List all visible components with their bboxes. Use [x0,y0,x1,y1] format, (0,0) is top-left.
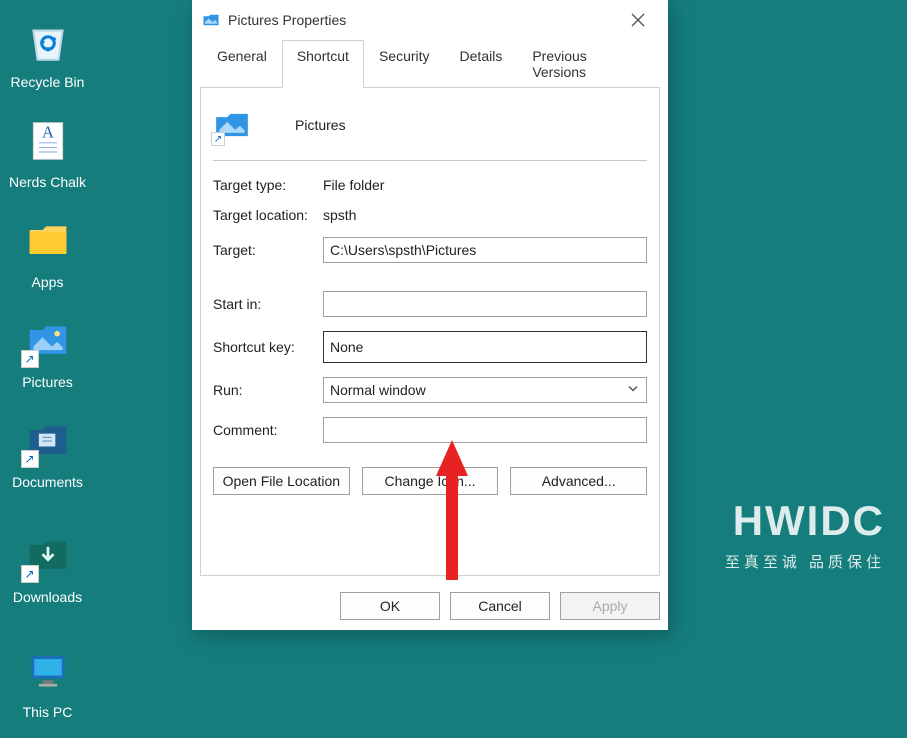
target-type-value: File folder [323,177,384,193]
desktop-icon-label: Recycle Bin [11,74,85,90]
downloads-folder-icon: ↗ [23,531,73,581]
folder-title-icon [202,11,220,29]
change-icon-button[interactable]: Change Icon... [362,467,499,495]
tab-general[interactable]: General [202,40,282,88]
shortcut-name-value: Pictures [295,117,346,133]
run-select[interactable] [323,377,647,403]
recycle-bin-icon [23,16,73,66]
target-label: Target: [213,242,323,258]
watermark: HWIDC 至真至诚 品质保住 [725,497,885,572]
comment-label: Comment: [213,422,323,438]
ok-button[interactable]: OK [340,592,440,620]
desktop-icon-apps[interactable]: Apps [0,208,95,308]
document-icon: A [23,116,73,166]
target-type-label: Target type: [213,177,323,193]
shortcut-overlay-icon: ↗ [211,132,225,146]
comment-input[interactable] [323,417,647,443]
tab-bar: General Shortcut Security Details Previo… [200,40,660,88]
tab-shortcut[interactable]: Shortcut [282,40,364,88]
desktop-icon-label: Downloads [13,589,82,605]
desktop-icon-pictures[interactable]: ↗ Pictures [0,308,95,408]
titlebar[interactable]: Pictures Properties [192,0,668,40]
pictures-folder-icon: ↗ [23,316,73,366]
desktop-icon-label: Documents [12,474,83,490]
cancel-button[interactable]: Cancel [450,592,550,620]
dialog-footer: OK Cancel Apply [192,584,668,630]
folder-icon [23,216,73,266]
desktop-icon-label: This PC [23,704,73,720]
target-input[interactable] [323,237,647,263]
properties-dialog: Pictures Properties General Shortcut Sec… [192,0,668,630]
desktop: Recycle Bin A Nerds Chalk Apps [0,0,190,738]
apply-button[interactable]: Apply [560,592,660,620]
shortcut-overlay-icon: ↗ [21,350,39,368]
watermark-title: HWIDC [725,497,885,545]
shortcut-key-label: Shortcut key: [213,339,323,355]
target-location-value: spsth [323,207,356,223]
start-in-label: Start in: [213,296,323,312]
desktop-icon-label: Nerds Chalk [9,174,86,190]
svg-text:A: A [42,122,54,141]
desktop-icon-recycle-bin[interactable]: Recycle Bin [0,8,95,108]
advanced-button[interactable]: Advanced... [510,467,647,495]
shortcut-key-input[interactable] [323,331,647,363]
watermark-subtitle: 至真至诚 品质保住 [725,551,885,572]
target-location-label: Target location: [213,207,323,223]
tab-previous-versions[interactable]: Previous Versions [517,40,658,88]
desktop-icon-downloads[interactable]: ↗ Downloads [0,523,95,623]
shortcut-overlay-icon: ↗ [21,565,39,583]
run-label: Run: [213,382,323,398]
desktop-icon-documents[interactable]: ↗ Documents [0,408,95,508]
tab-security[interactable]: Security [364,40,445,88]
shortcut-panel: ↗ Pictures Target type: File folder Targ… [200,87,660,576]
documents-folder-icon: ↗ [23,416,73,466]
close-button[interactable] [618,5,658,35]
desktop-icon-this-pc[interactable]: This PC [0,638,95,738]
shortcut-overlay-icon: ↗ [21,450,39,468]
desktop-icon-label: Pictures [22,374,73,390]
shortcut-header-icon: ↗ [213,106,251,144]
desktop-icon-label: Apps [32,274,64,290]
start-in-input[interactable] [323,291,647,317]
desktop-icon-nerds-chalk[interactable]: A Nerds Chalk [0,108,95,208]
tab-details[interactable]: Details [445,40,518,88]
this-pc-icon [23,646,73,696]
open-file-location-button[interactable]: Open File Location [213,467,350,495]
dialog-title: Pictures Properties [228,12,346,28]
